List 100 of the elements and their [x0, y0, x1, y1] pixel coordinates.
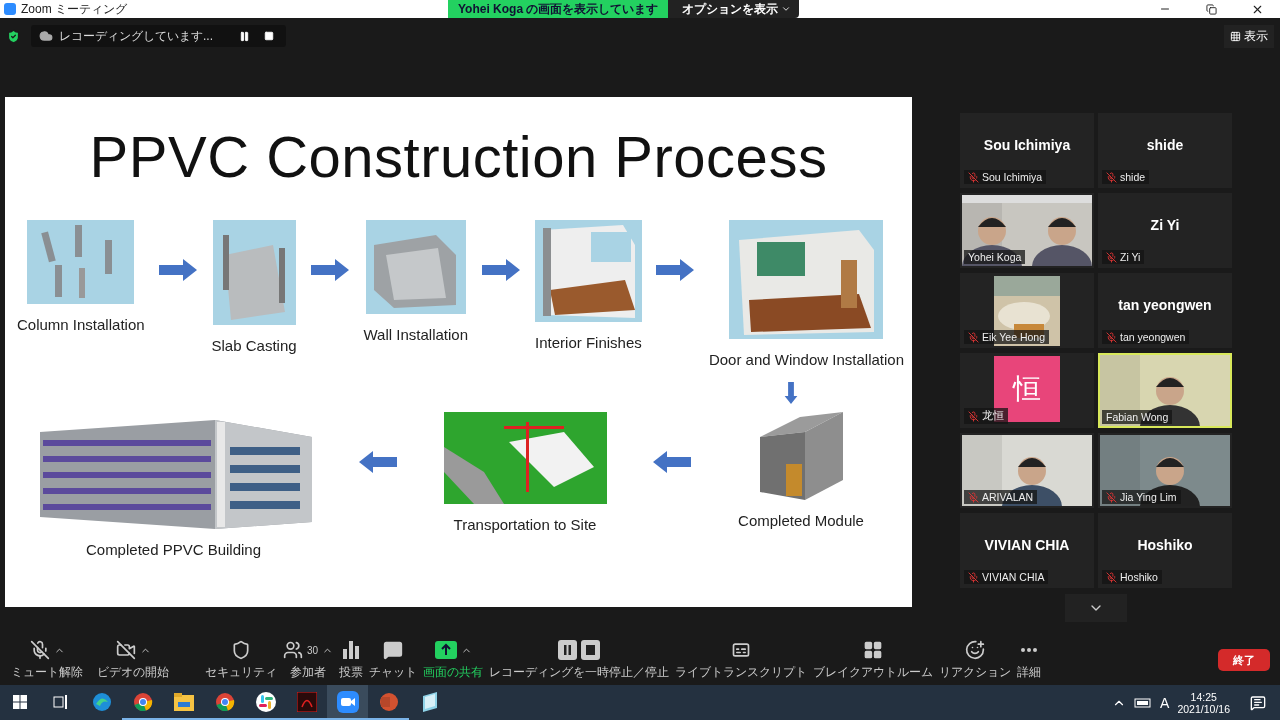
participant-count: 30 [307, 644, 319, 656]
grid-icon [1230, 30, 1241, 42]
options-button[interactable]: オプションを表示 [668, 0, 800, 18]
video-tile[interactable]: tan yeongwen tan yeongwen [1098, 273, 1232, 348]
pdf-app-icon [296, 691, 317, 712]
video-tile[interactable]: Fabian Wong [1098, 353, 1232, 428]
browser-logo-icon [132, 691, 153, 712]
window-title: Zoom ミーティング [21, 1, 127, 18]
toolbar-button[interactable]: 投票 [336, 639, 367, 681]
video-tile[interactable]: 恒 龙恒 [960, 353, 1094, 428]
tag-text: Zi Yi [1120, 251, 1141, 263]
participant-name: Zi Yi [1150, 216, 1180, 233]
toolbar-button[interactable]: 画面の共有 [420, 639, 487, 681]
video-tile[interactable]: Yohei Koga [960, 193, 1094, 268]
video-tile[interactable]: ARIVALAN [960, 433, 1094, 508]
folder-icon [173, 692, 194, 711]
arrow-icon [482, 259, 521, 281]
end-button[interactable]: 終了 [1218, 649, 1270, 671]
step-label: Interior Finishes [535, 334, 642, 351]
video-tile[interactable]: VIVIAN CHIA VIVIAN CHIA [960, 513, 1094, 588]
presentation-logo-icon [378, 691, 399, 712]
tag-text: Yohei Koga [968, 251, 1022, 263]
tag-text: Eik Yee Hong [982, 331, 1046, 343]
grid-icon [863, 640, 884, 660]
tag-text: VIVIAN CHIA [982, 571, 1045, 583]
step-label: Door and Window Installation [708, 351, 904, 368]
tag-text: ARIVALAN [982, 491, 1034, 503]
video-tile[interactable]: Zi Yi Zi Yi [1098, 193, 1232, 268]
tag-text: Jia Ying Lim [1120, 491, 1177, 503]
pinwheel-logo-icon [255, 691, 276, 712]
toolbar-button[interactable]: ビデオの開始 [94, 639, 172, 681]
participant-name: shide [1146, 136, 1184, 153]
wave-logo-icon [91, 691, 112, 712]
smiley-plus-icon [965, 640, 986, 660]
tag-text: Fabian Wong [1106, 411, 1169, 423]
task-view-icon[interactable] [52, 694, 69, 709]
step-label: Slab Casting [211, 337, 297, 354]
ime-indicator[interactable]: A [1160, 694, 1170, 711]
video-tile[interactable]: Hoshiko Hoshiko [1098, 513, 1232, 588]
tag-text: tan yeongwen [1120, 331, 1186, 343]
toolbar-button[interactable]: セキュリティ [202, 639, 280, 681]
step-label: Completed Module [738, 512, 864, 529]
arrow-icon [358, 451, 397, 473]
video-tile[interactable]: Jia Ying Lim [1098, 433, 1232, 508]
toolbar-button[interactable]: チャット [366, 639, 421, 681]
toolbar-button[interactable]: 詳細 [1014, 639, 1045, 681]
clock[interactable]: 14:25 2021/10/16 [1177, 690, 1230, 715]
toolbar-button[interactable]: ミュート解除 [8, 639, 86, 681]
view-button[interactable]: 表示 [1224, 24, 1274, 48]
participant-name: VIVIAN CHIA [984, 536, 1070, 553]
battery-icon [1134, 697, 1153, 708]
caret-icon [781, 4, 792, 14]
arrow-icon [159, 259, 198, 281]
arrow-icon [311, 259, 350, 281]
taskbar-app[interactable] [327, 685, 368, 720]
pause-stop-icon [558, 640, 601, 660]
browser-logo-icon [214, 691, 235, 712]
participant-name: tan yeongwen [1118, 296, 1212, 313]
step-label: Column Installation [17, 316, 145, 333]
step-label: Transportation to Site [453, 516, 597, 533]
shield-icon [231, 640, 251, 660]
toolbar-button[interactable]: 30 参加者 [280, 639, 337, 681]
toolbar-button[interactable]: ライブトランスクリプト [672, 639, 811, 681]
restore-icon [1205, 3, 1217, 15]
people-icon [283, 640, 303, 660]
chat-bubble-icon [383, 640, 404, 660]
windows-logo-icon[interactable] [13, 694, 27, 709]
tag-text: 龙恒 [982, 409, 1004, 423]
arrow-icon [656, 259, 695, 281]
toolbar-button[interactable]: リアクション [936, 639, 1015, 681]
toolbar-button[interactable]: レコーディングを一時停止／停止 [486, 639, 673, 681]
video-tile[interactable]: shide shide [1098, 113, 1232, 188]
participant-name: Sou Ichimiya [983, 136, 1071, 153]
toolbar-button[interactable]: ブレイクアウトルーム [810, 639, 937, 681]
notepad-icon [420, 691, 439, 712]
step-label: Wall Installation [363, 326, 468, 343]
muted-microphone-icon [29, 640, 50, 660]
arrow-icon [653, 451, 692, 473]
slide-title: PPVC Construction Process [89, 123, 828, 190]
notification-icon[interactable] [1250, 694, 1266, 711]
video-off-icon [115, 640, 136, 660]
more-icon [1021, 648, 1038, 652]
participant-name: Hoshiko [1137, 536, 1193, 553]
app-logo-icon [4, 3, 16, 15]
captions-icon [731, 640, 752, 660]
shield-check-icon [6, 28, 21, 44]
share-banner: Yohei Koga の画面を表示しています [448, 0, 669, 18]
share-screen-icon [434, 641, 457, 659]
bar-chart-icon [343, 641, 360, 659]
tag-text: Sou Ichimiya [982, 171, 1043, 183]
tag-text: shide [1120, 171, 1146, 183]
clock-date: 2021/10/16 [1177, 702, 1230, 715]
recording-text: レコーディングしています... [59, 27, 213, 45]
tag-text: Hoshiko [1120, 571, 1158, 583]
clock-time: 14:25 [1190, 690, 1217, 703]
video-tile[interactable]: Sou Ichimiya Sou Ichimiya [960, 113, 1094, 188]
step-label: Completed PPVC Building [85, 541, 262, 558]
video-camera-logo-icon [336, 690, 359, 713]
video-tile[interactable]: Eik Yee Hong [960, 273, 1094, 348]
cloud-icon [39, 29, 53, 43]
